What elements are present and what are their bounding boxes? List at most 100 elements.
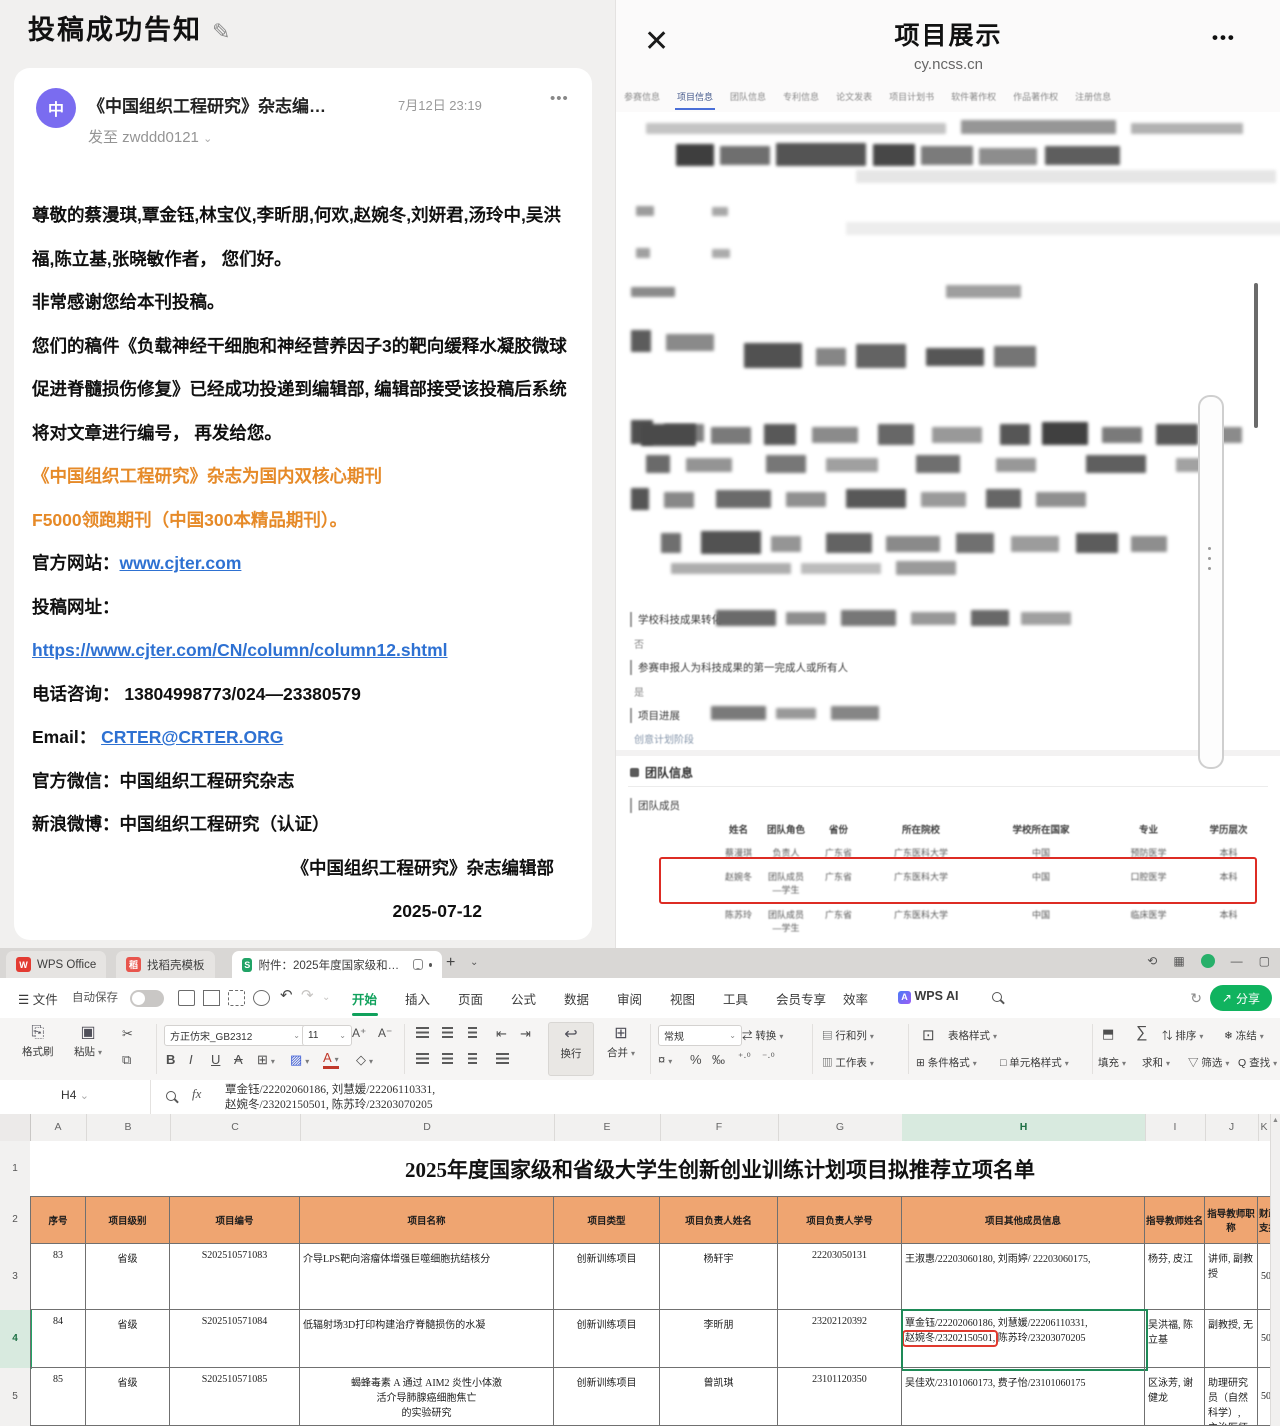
font-color-icon[interactable]: A <box>323 1052 339 1069</box>
align-bottom-icon[interactable] <box>468 1026 477 1041</box>
sheet-vertical-scrollbar[interactable]: ▲ <box>1270 1114 1280 1426</box>
underline-button[interactable]: U <box>211 1052 220 1067</box>
search-icon[interactable] <box>992 992 1002 1002</box>
tab-entry-info[interactable]: 参赛信息 <box>622 88 662 108</box>
justify-icon[interactable] <box>496 1052 509 1067</box>
header-cell[interactable]: 指导教师姓名 <box>1145 1196 1205 1244</box>
cell-I4[interactable]: 吴洪福, 陈立基 <box>1145 1310 1205 1368</box>
indent-increase-icon[interactable]: ⇥ <box>520 1026 531 1042</box>
menu-member[interactable]: 会员专享 <box>776 989 826 1008</box>
increase-font-icon[interactable]: A⁺ <box>352 1026 366 1040</box>
col-A[interactable]: A <box>30 1114 87 1141</box>
cell-G5[interactable]: 23101120350 <box>778 1368 902 1426</box>
cell-J4[interactable]: 副教授, 无 <box>1205 1310 1258 1368</box>
menu-efficiency[interactable]: 效率 <box>843 989 868 1008</box>
autosave-toggle[interactable] <box>130 990 164 1007</box>
rows-cols-button[interactable]: ▤ 行和列 <box>822 1028 874 1043</box>
email-recipient[interactable]: 发至 zwddd0121 ⌄ <box>88 126 212 147</box>
sheet-title-cell[interactable]: 2025年度国家级和省级大学生创新创业训练计划项目拟推荐立项名单 <box>30 1141 1270 1196</box>
email-more-icon[interactable]: ••• <box>550 90 569 107</box>
header-cell[interactable]: 项目类型 <box>554 1196 660 1244</box>
copy-icon[interactable]: ⧉ <box>122 1052 131 1068</box>
table-style-icon[interactable]: ⊡ <box>922 1026 935 1044</box>
increase-decimal-icon[interactable]: ⁺·⁰ <box>738 1052 751 1063</box>
account-avatar[interactable] <box>1201 954 1215 968</box>
cell-G3[interactable]: 22203050131 <box>778 1244 902 1310</box>
indent-decrease-icon[interactable]: ⇤ <box>496 1026 507 1042</box>
filter-button[interactable]: ▽ 筛选 <box>1188 1055 1229 1070</box>
document-tab[interactable]: S 附件：2025年度国家级和省级大学生… <box>232 951 442 978</box>
sort-button[interactable]: ⇅ 排序 <box>1162 1028 1203 1043</box>
col-B[interactable]: B <box>86 1114 171 1141</box>
row-2-header[interactable]: 2 <box>0 1196 31 1245</box>
sender-name[interactable]: 《中国组织工程研究》杂志编… <box>88 92 388 117</box>
cell-G4[interactable]: 23202120392 <box>778 1310 902 1368</box>
col-I[interactable]: I <box>1145 1114 1206 1141</box>
italic-button[interactable]: I <box>189 1052 193 1067</box>
menu-home[interactable]: 开始 <box>352 989 377 1008</box>
print-icon[interactable] <box>203 990 220 1006</box>
cell-I5[interactable]: 区泳芳, 谢健龙 <box>1145 1368 1205 1426</box>
number-format-select[interactable]: 常规⌄ <box>658 1025 742 1046</box>
select-all-corner[interactable] <box>0 1114 31 1141</box>
sum-button[interactable]: 求和 <box>1142 1055 1170 1070</box>
format-painter-button[interactable]: ⎘格式刷 <box>22 1025 54 1059</box>
more-options-icon[interactable]: ••• <box>1212 28 1236 48</box>
submit-url-link[interactable]: https://www.cjter.com/CN/column/column12… <box>32 640 448 660</box>
tab-software-copyright[interactable]: 软件著作权 <box>949 88 998 108</box>
wps-home-tab[interactable]: W WPS Office <box>6 951 106 978</box>
cell-A3[interactable]: 83 <box>30 1244 86 1310</box>
col-H-selected[interactable]: H <box>902 1114 1146 1143</box>
thousands-format-icon[interactable]: ‰ <box>712 1052 725 1067</box>
tab-plan-info[interactable]: 项目计划书 <box>887 88 936 108</box>
cell-C4[interactable]: S202510571084 <box>170 1310 300 1368</box>
col-C[interactable]: C <box>170 1114 301 1141</box>
maximize-button[interactable]: ▢ <box>1259 954 1270 968</box>
wps-ai-button[interactable]: A WPS AI <box>898 989 958 1004</box>
cell-F4[interactable]: 李昕朋 <box>660 1310 778 1368</box>
cell-E3[interactable]: 创新训练项目 <box>554 1244 660 1310</box>
clear-format-icon[interactable]: ◇ <box>356 1052 373 1068</box>
align-left-icon[interactable] <box>416 1052 429 1067</box>
cell-B3[interactable]: 省级 <box>86 1244 170 1310</box>
currency-format-icon[interactable]: ¤ <box>658 1052 672 1067</box>
cell-F5[interactable]: 曾凯琪 <box>660 1368 778 1426</box>
row-1-header[interactable]: 1 <box>0 1141 31 1197</box>
tab-project-info[interactable]: 项目信息 <box>675 88 715 110</box>
edit-pencil-icon[interactable]: ✎ <box>212 19 232 44</box>
cell-style-button[interactable]: □ 单元格样式 <box>1000 1055 1069 1070</box>
font-size-select[interactable]: 11⌄ <box>302 1025 352 1046</box>
tab-patent-info[interactable]: 专利信息 <box>781 88 821 108</box>
save-icon[interactable] <box>178 990 195 1006</box>
header-cell[interactable]: 指导教师职称 <box>1205 1196 1258 1244</box>
menu-tools[interactable]: 工具 <box>723 989 748 1008</box>
align-center-icon[interactable] <box>442 1052 453 1067</box>
header-cell[interactable]: 项目级别 <box>86 1196 170 1244</box>
floating-handle[interactable] <box>1198 395 1224 769</box>
col-F[interactable]: F <box>660 1114 779 1141</box>
formula-content[interactable]: 覃金钰/22202060186, 刘慧媛/22206110331, 赵婉冬/23… <box>225 1083 1225 1113</box>
cloud-sync-icon[interactable] <box>253 990 270 1006</box>
header-cell[interactable]: 项目名称 <box>300 1196 554 1244</box>
share-button[interactable]: ↗分享 <box>1210 985 1272 1011</box>
header-cell[interactable]: 序号 <box>30 1196 86 1244</box>
strikethrough-button[interactable]: A <box>234 1052 243 1067</box>
percent-format-icon[interactable]: % <box>690 1052 702 1067</box>
tab-registration[interactable]: 注册信息 <box>1073 88 1113 108</box>
decrease-decimal-icon[interactable]: ⁻·⁰ <box>762 1052 775 1063</box>
cut-icon[interactable]: ✂ <box>122 1026 133 1042</box>
file-menu[interactable]: ☰ 文件 <box>18 989 58 1008</box>
tab-work-copyright[interactable]: 作品著作权 <box>1011 88 1060 108</box>
merge-cells-button[interactable]: ⊞合并 <box>598 1022 644 1074</box>
cell-B5[interactable]: 省级 <box>86 1368 170 1426</box>
fx-icon[interactable]: fx <box>192 1086 201 1102</box>
cell-H3[interactable]: 王淑惠/22203060180, 刘雨婷/ 22203060175, <box>902 1244 1145 1310</box>
find-button[interactable]: Q 查找 <box>1238 1055 1277 1070</box>
wrap-text-button[interactable]: ↩换行 <box>548 1022 594 1076</box>
docer-template-tab[interactable]: 稻 找稻壳模板 <box>116 951 215 978</box>
minimize-button[interactable]: — <box>1231 954 1243 968</box>
paste-button[interactable]: ▣粘贴 <box>74 1025 102 1059</box>
conditional-format-button[interactable]: ⊞ 条件格式 <box>916 1055 977 1070</box>
history-chevron-icon[interactable]: ⌄ <box>322 992 330 1003</box>
webview-scrollbar[interactable] <box>1254 283 1258 428</box>
